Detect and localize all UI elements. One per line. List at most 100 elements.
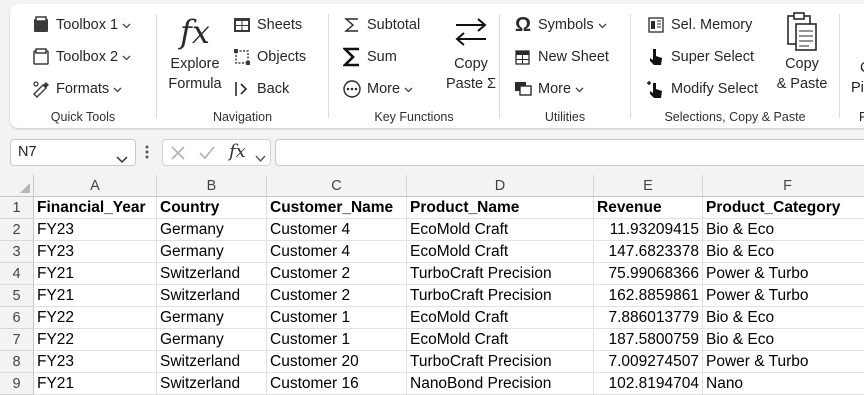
cell-d4[interactable]: TurboCraft Precision — [407, 263, 594, 285]
formats-button[interactable]: Formats — [30, 76, 122, 102]
super-select-button[interactable]: Super Select — [645, 44, 754, 70]
cell-e6[interactable]: 7.886013779 — [594, 307, 703, 329]
cell-e4[interactable]: 75.99068366 — [594, 263, 703, 285]
column-header-f[interactable]: F — [703, 175, 864, 197]
row-header-8[interactable]: 8 — [0, 351, 34, 373]
back-button[interactable]: Back — [231, 76, 289, 102]
row-header-2[interactable]: 2 — [0, 219, 34, 241]
cell-f5[interactable]: Power & Turbo — [703, 285, 864, 307]
utilities-more-button[interactable]: More — [512, 76, 584, 102]
column-header-c[interactable]: C — [267, 175, 407, 197]
cell-b7[interactable]: Germany — [157, 329, 267, 351]
new-sheet-button[interactable]: New Sheet — [512, 44, 609, 70]
cell-c4[interactable]: Customer 2 — [267, 263, 407, 285]
cell-b3[interactable]: Germany — [157, 241, 267, 263]
row-header-6[interactable]: 6 — [0, 307, 34, 329]
cell-a3[interactable]: FY23 — [34, 241, 157, 263]
row-header-4[interactable]: 4 — [0, 263, 34, 285]
sum-button[interactable]: Sum — [341, 44, 397, 70]
chevron-down-icon[interactable] — [116, 148, 128, 173]
row-header-7[interactable]: 7 — [0, 329, 34, 351]
row-header-1[interactable]: 1 — [0, 197, 34, 219]
cell-f4[interactable]: Power & Turbo — [703, 263, 864, 285]
cell-d6[interactable]: EcoMold Craft — [407, 307, 594, 329]
insert-function-button[interactable]: fx — [229, 141, 246, 162]
cell-d9[interactable]: NanoBond Precision — [407, 373, 594, 395]
cell-a9[interactable]: FY21 — [34, 373, 157, 395]
cell-d3[interactable]: EcoMold Craft — [407, 241, 594, 263]
toolbox-1-button[interactable]: Toolbox 1 — [30, 12, 131, 38]
chevron-down-icon[interactable] — [255, 150, 266, 168]
cell-f7[interactable]: Bio & Eco — [703, 329, 864, 351]
column-header-e[interactable]: E — [594, 175, 703, 197]
cell-c3[interactable]: Customer 4 — [267, 241, 407, 263]
cell-e5[interactable]: 162.8859861 — [594, 285, 703, 307]
column-header-d[interactable]: D — [407, 175, 594, 197]
header-cell-f1[interactable]: Product_Category — [703, 197, 864, 219]
cell-b6[interactable]: Germany — [157, 307, 267, 329]
header-cell-b1[interactable]: Country — [157, 197, 267, 219]
objects-button[interactable]: Objects — [231, 44, 306, 70]
cancel-icon[interactable] — [170, 145, 186, 166]
cell-c7[interactable]: Customer 1 — [267, 329, 407, 351]
row-header-3[interactable]: 3 — [0, 241, 34, 263]
modify-select-button[interactable]: Modify Select — [645, 76, 758, 102]
cell-e2[interactable]: 11.93209415 — [594, 219, 703, 241]
cell-e8[interactable]: 7.009274507 — [594, 351, 703, 373]
copy-and-paste-button[interactable]: Copy & Paste — [775, 10, 829, 94]
cell-d7[interactable]: EcoMold Craft — [407, 329, 594, 351]
header-cell-a1[interactable]: Financial_Year — [34, 197, 157, 219]
formula-bar-grip-icon[interactable] — [145, 144, 149, 160]
cell-f9[interactable]: Nano — [703, 373, 864, 395]
chevron-down-icon — [404, 85, 413, 94]
row-header-5[interactable]: 5 — [0, 285, 34, 307]
cell-a6[interactable]: FY22 — [34, 307, 157, 329]
super-select-label: Super Select — [671, 49, 755, 65]
cell-d2[interactable]: EcoMold Craft — [407, 219, 594, 241]
subtotal-button[interactable]: Subtotal — [341, 12, 420, 38]
symbols-button[interactable]: Ω Symbols — [512, 12, 607, 38]
cell-e9[interactable]: 102.8194704 — [594, 373, 703, 395]
copy-label: Copy — [454, 56, 488, 72]
more-functions-button[interactable]: More — [341, 76, 413, 102]
enter-icon[interactable] — [198, 145, 216, 166]
cell-c6[interactable]: Customer 1 — [267, 307, 407, 329]
cell-c5[interactable]: Customer 2 — [267, 285, 407, 307]
sheets-button[interactable]: Sheets — [231, 12, 302, 38]
cell-a2[interactable]: FY23 — [34, 219, 157, 241]
cell-c2[interactable]: Customer 4 — [267, 219, 407, 241]
row-header-9[interactable]: 9 — [0, 373, 34, 395]
cell-b2[interactable]: Germany — [157, 219, 267, 241]
cell-a7[interactable]: FY22 — [34, 329, 157, 351]
swap-arrows-icon — [453, 10, 489, 54]
cell-f3[interactable]: Bio & Eco — [703, 241, 864, 263]
cell-f6[interactable]: Bio & Eco — [703, 307, 864, 329]
cell-d5[interactable]: TurboCraft Precision — [407, 285, 594, 307]
cell-d8[interactable]: TurboCraft Precision — [407, 351, 594, 373]
cell-f2[interactable]: Bio & Eco — [703, 219, 864, 241]
cell-c9[interactable]: Customer 16 — [267, 373, 407, 395]
formula-input[interactable] — [275, 139, 864, 166]
cell-b4[interactable]: Switzerland — [157, 263, 267, 285]
header-cell-e1[interactable]: Revenue — [594, 197, 703, 219]
name-box[interactable]: N7 — [10, 139, 136, 166]
sel-memory-button[interactable]: Sel. Memory — [645, 12, 752, 38]
cell-b5[interactable]: Switzerland — [157, 285, 267, 307]
copy-paste-sigma-button[interactable]: Copy Paste Σ — [443, 10, 499, 94]
cell-b8[interactable]: Switzerland — [157, 351, 267, 373]
header-cell-d1[interactable]: Product_Name — [407, 197, 594, 219]
explore-formula-button[interactable]: fx Explore Formula — [167, 10, 223, 94]
toolbox-2-button[interactable]: Toolbox 2 — [30, 44, 131, 70]
column-header-b[interactable]: B — [157, 175, 267, 197]
cell-e7[interactable]: 187.5800759 — [594, 329, 703, 351]
cell-a4[interactable]: FY21 — [34, 263, 157, 285]
cell-f8[interactable]: Power & Turbo — [703, 351, 864, 373]
cell-e3[interactable]: 147.6823378 — [594, 241, 703, 263]
cell-c8[interactable]: Customer 20 — [267, 351, 407, 373]
header-cell-c1[interactable]: Customer_Name — [267, 197, 407, 219]
cell-a8[interactable]: FY23 — [34, 351, 157, 373]
select-all-button[interactable] — [0, 175, 34, 197]
cell-a5[interactable]: FY21 — [34, 285, 157, 307]
cell-b9[interactable]: Switzerland — [157, 373, 267, 395]
column-header-a[interactable]: A — [34, 175, 157, 197]
